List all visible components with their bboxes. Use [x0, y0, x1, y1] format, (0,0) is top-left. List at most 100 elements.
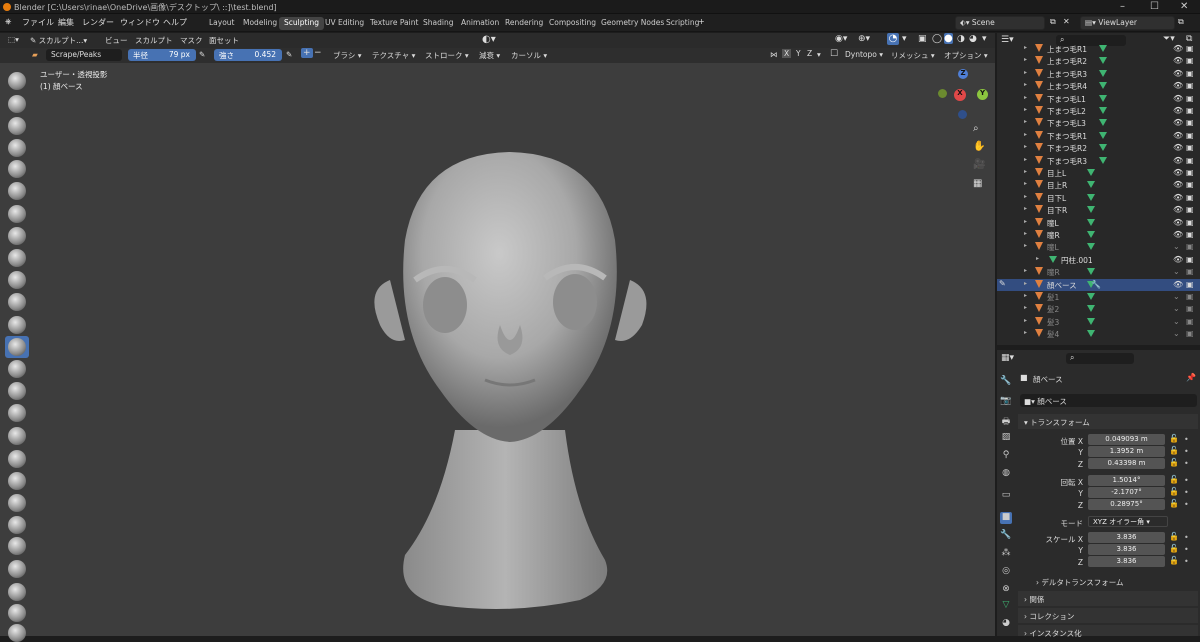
rotation-mode-dropdown[interactable]: XYZ オイラー角 ▾ [1088, 516, 1168, 527]
menu-mask[interactable]: マスク [180, 35, 203, 46]
render-camera-icon[interactable]: ▣ [1186, 168, 1194, 177]
render-camera-icon[interactable]: ▣ [1186, 131, 1194, 140]
visibility-eye-icon[interactable]: 👁 [1173, 218, 1183, 227]
keyframe-dot-icon[interactable]: • [1184, 435, 1189, 444]
rotation-y-field[interactable]: -2.1707° [1088, 487, 1165, 498]
expand-arrow-icon[interactable]: ▸ [1024, 168, 1027, 175]
dyntopo-checkbox[interactable]: ☐ [830, 49, 838, 59]
outliner-row[interactable]: ▸ 上まつ毛R4 👁 ▣ [997, 80, 1200, 92]
overlay-toggle-icon[interactable]: ◔ [887, 33, 899, 45]
close-icon[interactable]: ✕ [1180, 1, 1188, 12]
transform-section-header[interactable]: ▾ トランスフォーム [1018, 414, 1198, 429]
render-camera-icon[interactable]: ▣ [1186, 156, 1194, 165]
workspace-tab-modeling[interactable]: Modeling [238, 17, 282, 30]
outliner-row[interactable]: ▸ 上まつ毛R2 👁 ▣ [997, 55, 1200, 67]
menu-cursor[interactable]: カーソル ▾ [511, 50, 547, 61]
keyframe-dot-icon[interactable]: • [1184, 476, 1189, 485]
expand-arrow-icon[interactable]: ▸ [1024, 193, 1027, 200]
visibility-eye-icon[interactable]: 👁 [1173, 255, 1183, 264]
instancing-section-header[interactable]: › インスタンス化 [1018, 625, 1198, 638]
keyframe-dot-icon[interactable]: • [1184, 488, 1189, 497]
workspace-tab-shading[interactable]: Shading [418, 17, 458, 30]
scale-y-field[interactable]: 3.836 [1088, 544, 1165, 555]
menu-edit[interactable]: 編集 [58, 17, 74, 28]
collapsed-visibility-icon[interactable]: ⌄ [1173, 267, 1180, 276]
outliner-row[interactable]: ▸ 下まつ毛L2 👁 ▣ [997, 105, 1200, 117]
visibility-icon[interactable]: ◉▾ [835, 34, 847, 44]
tool-crease-icon[interactable] [8, 249, 26, 267]
visibility-eye-icon[interactable]: 👁 [1173, 44, 1183, 53]
dyntopo-menu[interactable]: Dyntopo ▾ [845, 50, 883, 59]
mesh-data-tab-icon[interactable]: ▽ [1000, 600, 1012, 612]
keyframe-dot-icon[interactable]: • [1184, 447, 1189, 456]
strength-slider[interactable]: 強さ 0.452 [214, 49, 282, 61]
new-scene-icon[interactable]: ⧉ [1050, 17, 1056, 27]
workspace-tab-uv-editing[interactable]: UV Editing [320, 17, 369, 30]
visibility-eye-icon[interactable]: 👁 [1173, 280, 1183, 289]
visibility-eye-icon[interactable]: 👁 [1173, 230, 1183, 239]
keyframe-dot-icon[interactable]: • [1184, 545, 1189, 554]
render-camera-icon[interactable]: ▣ [1186, 94, 1194, 103]
scene-selector[interactable]: ⬖▾ Scene [955, 16, 1045, 30]
tool-grab-icon[interactable] [8, 404, 26, 422]
tool-layer-icon[interactable] [8, 182, 26, 200]
tool-clay-icon[interactable] [8, 117, 26, 135]
sculpt-head-mesh[interactable] [360, 140, 660, 620]
mirror-x-toggle[interactable]: X [782, 49, 792, 58]
properties-editor-icon[interactable]: ▦▾ [1001, 353, 1014, 363]
shading-solid-icon[interactable]: ● [944, 33, 953, 44]
outliner-row[interactable]: ▸ 瞳R ⌄ ▣ [997, 266, 1200, 278]
outliner-row[interactable]: ▸ 下まつ毛R3 👁 ▣ [997, 155, 1200, 167]
lock-icon[interactable]: 🔓 [1169, 458, 1179, 467]
overlay-dropdown-icon[interactable]: ▾ [902, 34, 907, 44]
gizmo-neg-y-axis[interactable] [938, 89, 947, 98]
expand-arrow-icon[interactable]: ▸ [1024, 304, 1027, 311]
visibility-eye-icon[interactable]: 👁 [1173, 106, 1183, 115]
symmetry-dropdown-icon[interactable]: ▾ [817, 50, 821, 59]
expand-arrow-icon[interactable]: ▸ [1036, 255, 1039, 262]
collapsed-visibility-icon[interactable]: ⌄ [1173, 242, 1180, 251]
location-y-field[interactable]: 1.3952 m [1088, 446, 1165, 457]
lock-icon[interactable]: 🔓 [1169, 556, 1179, 565]
outliner-row[interactable]: ▸ 瞳L 👁 ▣ [997, 217, 1200, 229]
menu-stroke[interactable]: ストローク ▾ [425, 50, 469, 61]
render-camera-icon[interactable]: ▣ [1186, 280, 1194, 289]
tool-rotate-icon[interactable] [8, 537, 26, 555]
render-camera-icon[interactable]: ▣ [1186, 193, 1194, 202]
menu-view[interactable]: ビュー [105, 35, 128, 46]
collapsed-visibility-icon[interactable]: ⌄ [1173, 304, 1180, 313]
mirror-z-toggle[interactable]: Z [805, 49, 814, 58]
tool-cloth-icon[interactable] [8, 604, 26, 622]
expand-arrow-icon[interactable]: ▸ [1024, 205, 1027, 212]
visibility-eye-icon[interactable]: 👁 [1173, 168, 1183, 177]
expand-arrow-icon[interactable]: ▸ [1024, 69, 1027, 76]
collapsed-visibility-icon[interactable]: ⌄ [1173, 329, 1180, 338]
location-z-field[interactable]: 0.43398 m [1088, 458, 1165, 469]
tool-clay-thumb-icon[interactable] [8, 160, 26, 178]
expand-arrow-icon[interactable]: ▸ [1024, 143, 1027, 150]
radius-slider[interactable]: 半径 79 px [128, 49, 196, 61]
tool-pinch-icon[interactable] [8, 382, 26, 400]
expand-arrow-icon[interactable]: ▸ [1024, 118, 1027, 125]
shading-wireframe-icon[interactable]: ◯ [932, 34, 942, 44]
tool-smooth-icon[interactable] [8, 271, 26, 289]
pivot-icon[interactable]: ◐▾ [482, 34, 496, 45]
render-camera-icon[interactable]: ▣ [1186, 205, 1194, 214]
outliner-row[interactable]: ▸ 目下R 👁 ▣ [997, 204, 1200, 216]
workspace-tab-animation[interactable]: Animation [456, 17, 504, 30]
render-camera-icon[interactable]: ▣ [1186, 218, 1194, 227]
expand-arrow-icon[interactable]: ▸ [1024, 242, 1027, 249]
workspace-tab-rendering[interactable]: Rendering [500, 17, 548, 30]
perspective-grid-icon[interactable]: ▦ [973, 178, 982, 189]
material-tab-icon[interactable]: ◕ [1000, 618, 1012, 630]
viewlayer-selector[interactable]: ▤▾ ViewLayer [1080, 16, 1175, 30]
outliner-row[interactable]: ▸ 上まつ毛R3 👁 ▣ [997, 68, 1200, 80]
tool-flatten-icon[interactable] [8, 293, 26, 311]
workspace-tab-compositing[interactable]: Compositing [544, 17, 601, 30]
expand-arrow-icon[interactable]: ▸ [1024, 267, 1027, 274]
expand-arrow-icon[interactable]: ▸ [1024, 44, 1027, 51]
render-tab-icon[interactable]: 📷 [1000, 396, 1012, 408]
menu-falloff[interactable]: 減衰 ▾ [479, 50, 500, 61]
object-name-field[interactable]: ■▾ 顔ベース [1020, 394, 1197, 407]
lock-icon[interactable]: 🔓 [1169, 487, 1179, 496]
